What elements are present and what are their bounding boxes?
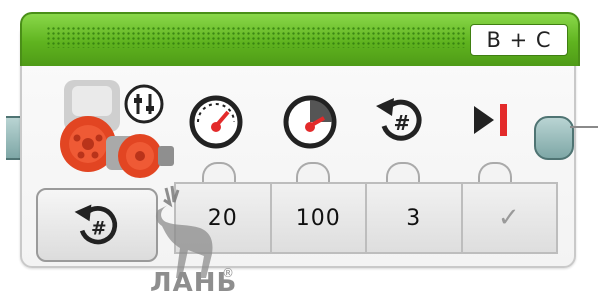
move-steering-block[interactable]: B + C # # 20 100 3 ✓ bbox=[6, 12, 580, 272]
header-texture bbox=[46, 26, 466, 48]
watermark-registered: ® bbox=[222, 266, 234, 280]
sequence-output-connector[interactable] bbox=[534, 116, 574, 160]
rotations-hash-icon: # bbox=[74, 204, 118, 245]
block-header[interactable]: B + C bbox=[20, 12, 580, 66]
svg-text:#: # bbox=[394, 111, 411, 135]
svg-text:#: # bbox=[91, 218, 107, 239]
sequence-wire bbox=[570, 126, 598, 128]
rotations-icon[interactable]: # bbox=[370, 90, 430, 150]
steering-icon[interactable] bbox=[186, 90, 246, 150]
rotations-plug bbox=[386, 162, 420, 182]
port-selector[interactable]: B + C bbox=[470, 24, 568, 56]
brake-plug bbox=[478, 162, 512, 182]
brake-at-end-value[interactable]: ✓ bbox=[462, 184, 556, 252]
large-motor-pair-icon bbox=[60, 80, 174, 178]
power-icon[interactable] bbox=[280, 90, 340, 150]
rotations-value[interactable]: 3 bbox=[367, 184, 463, 252]
brake-icon[interactable] bbox=[464, 90, 524, 150]
power-plug bbox=[296, 162, 330, 182]
power-value[interactable]: 100 bbox=[271, 184, 367, 252]
